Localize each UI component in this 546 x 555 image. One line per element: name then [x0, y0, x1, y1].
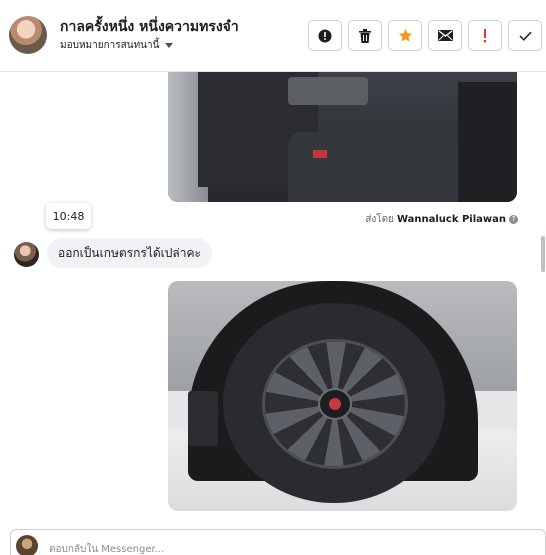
mud-flap — [188, 391, 218, 446]
wheel-photo[interactable] — [168, 281, 517, 511]
sent-by-prefix: ส่งโดย — [365, 214, 394, 225]
sent-by-label: ส่งโดย Wannaluck Pilawan ? — [365, 212, 518, 227]
trash-icon — [359, 28, 371, 43]
message-thread[interactable]: ส่งโดย Wannaluck Pilawan ? 10:48 ออกเป็น… — [0, 72, 546, 527]
star-icon — [398, 28, 412, 42]
seat-cushion — [288, 132, 458, 202]
action-toolbar — [308, 20, 542, 51]
mark-important-button[interactable] — [468, 20, 502, 51]
incoming-message-bubble[interactable]: ออกเป็นเกษตรกรได้เปล่าคะ — [47, 238, 212, 268]
contact-avatar[interactable] — [9, 16, 47, 54]
mark-done-button[interactable] — [508, 20, 542, 51]
assign-conversation-label: มอบหมายการสนทนานี้ — [60, 40, 160, 51]
armrest — [288, 77, 368, 105]
alert-circle-icon — [318, 29, 332, 42]
email-button[interactable] — [428, 20, 462, 51]
mail-icon — [437, 30, 453, 41]
reply-input[interactable]: ตอบกลับใน Messenger... — [49, 542, 164, 555]
seatbelt-buckle — [313, 150, 327, 158]
star-button[interactable] — [388, 20, 422, 51]
hub-logo — [329, 398, 341, 410]
conversation-header: กาลครั้งหนึ่ง หนึ่งความทรงจำ มอบหมายการส… — [0, 0, 546, 72]
timestamp-tooltip: 10:48 — [46, 203, 91, 229]
sent-by-name[interactable]: Wannaluck Pilawan — [397, 214, 506, 225]
page-avatar — [16, 535, 38, 555]
sender-avatar[interactable] — [14, 242, 39, 267]
caret-down-icon — [165, 43, 174, 48]
mark-spam-button[interactable] — [308, 20, 342, 51]
check-icon — [518, 31, 532, 41]
rear-panel — [458, 82, 517, 202]
exclamation-icon — [484, 28, 486, 42]
assign-conversation-dropdown[interactable]: มอบหมายการสนทนานี้ — [60, 38, 174, 53]
info-icon[interactable]: ? — [509, 215, 518, 224]
conversation-title[interactable]: กาลครั้งหนึ่ง หนึ่งความทรงจำ — [60, 16, 239, 38]
reply-composer[interactable]: ตอบกลับใน Messenger... — [10, 529, 546, 555]
car-seat-photo[interactable] — [168, 72, 517, 202]
delete-button[interactable] — [348, 20, 382, 51]
thread-scrollbar[interactable] — [541, 236, 545, 272]
